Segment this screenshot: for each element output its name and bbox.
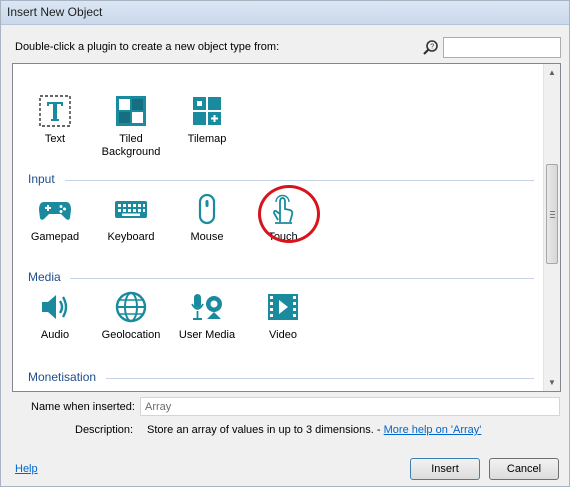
plugin-label: Tilemap [187, 133, 227, 145]
plugin-tilemap[interactable]: Tilemap [167, 94, 247, 146]
scroll-thumb[interactable] [546, 164, 558, 264]
video-icon [268, 294, 298, 320]
help-link[interactable]: Help [15, 463, 38, 475]
description-label: Description: [75, 424, 134, 436]
title-bar: Insert New Object [1, 1, 569, 25]
description-text: Store an array of values in up to 3 dime… [147, 424, 481, 436]
svg-text:?: ? [430, 44, 434, 51]
geolocation-icon [115, 291, 147, 323]
plugin-geolocation[interactable]: Geolocation [91, 290, 171, 342]
plugin-label: Tiled Background [101, 133, 161, 158]
audio-icon [42, 295, 68, 319]
name-input[interactable] [140, 397, 560, 416]
plugin-label: Text [44, 133, 66, 145]
plugin-tiled-background[interactable]: Tiled Background [91, 94, 171, 159]
highlight-circle [258, 185, 320, 243]
more-help-link[interactable]: More help on 'Array' [384, 424, 482, 436]
plugin-label: Mouse [190, 231, 224, 243]
description-body: Store an array of values in up to 3 dime… [147, 424, 384, 436]
plugin-label: User Media [178, 329, 236, 341]
scroll-up-arrow-icon[interactable]: ▲ [544, 64, 560, 81]
insert-new-object-dialog: Insert New Object Double-click a plugin … [0, 0, 570, 487]
plugin-user-media[interactable]: User Media [167, 290, 247, 342]
tiled-background-icon [116, 96, 146, 126]
name-field-label: Name when inserted: [31, 401, 135, 413]
gamepad-icon [39, 202, 71, 220]
text-icon [39, 95, 71, 127]
plugin-label: Gamepad [30, 231, 80, 243]
plugin-list: Text Tiled Background Tilemap Input Game… [13, 64, 544, 391]
category-monetisation-header: Monetisation [28, 370, 97, 384]
plugin-label: Keyboard [107, 231, 155, 243]
instruction-text: Double-click a plugin to create a new ob… [15, 41, 280, 53]
plugin-audio[interactable]: Audio [15, 290, 95, 342]
search-icon[interactable]: ? [422, 39, 440, 57]
plugin-keyboard[interactable]: Keyboard [91, 192, 171, 244]
plugin-video[interactable]: Video [243, 290, 323, 342]
scroll-down-arrow-icon[interactable]: ▼ [544, 374, 560, 391]
search-input[interactable] [443, 37, 561, 58]
category-divider [65, 180, 534, 181]
category-divider [106, 378, 534, 379]
tilemap-icon [193, 97, 221, 125]
category-input-header: Input [28, 172, 55, 186]
plugin-label: Audio [40, 329, 70, 341]
keyboard-icon [115, 201, 147, 218]
insert-button[interactable]: Insert [410, 458, 480, 480]
vertical-scrollbar[interactable]: ▲ ▼ [543, 64, 560, 391]
dialog-title: Insert New Object [7, 5, 103, 19]
plugin-label: Video [269, 329, 297, 341]
plugin-list-panel: Text Tiled Background Tilemap Input Game… [12, 63, 561, 392]
plugin-label: Geolocation [101, 329, 161, 341]
user-media-icon [191, 294, 222, 320]
plugin-gamepad[interactable]: Gamepad [15, 192, 95, 244]
mouse-icon [198, 193, 216, 225]
grip-icon [550, 211, 555, 218]
plugin-mouse[interactable]: Mouse [167, 192, 247, 244]
category-divider [70, 278, 534, 279]
category-media-header: Media [28, 270, 61, 284]
cancel-button[interactable]: Cancel [489, 458, 559, 480]
plugin-text[interactable]: Text [15, 94, 95, 146]
